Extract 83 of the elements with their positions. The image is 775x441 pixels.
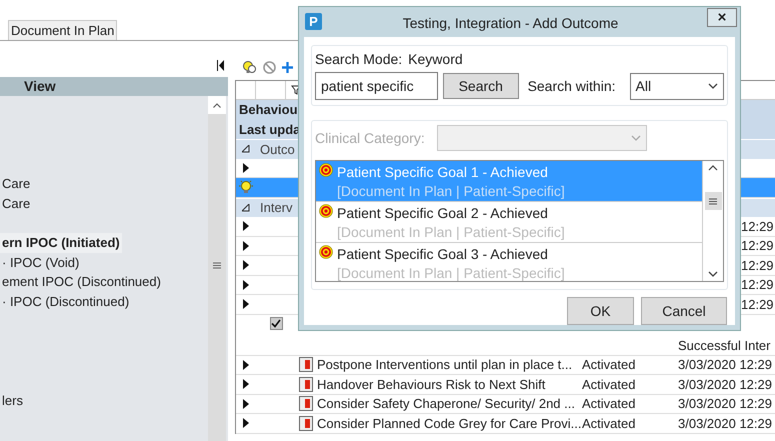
result-title: Patient Specific Goal 1 - Achieved [337, 163, 549, 182]
check-icon [271, 318, 281, 328]
date-time: 12:29 [741, 218, 774, 234]
search-button[interactable]: Search [443, 73, 519, 99]
add-icon [282, 62, 293, 72]
checkbox[interactable] [270, 316, 282, 330]
ok-button[interactable]: OK [567, 297, 634, 325]
field-label: Search Mode: [315, 50, 402, 69]
expand-arrow-icon [243, 299, 249, 310]
outcome-note: Successful Inter [678, 338, 770, 352]
expand-arrow-icon [243, 360, 249, 370]
app-icon: P [305, 13, 322, 30]
date-time: 12:29 [741, 296, 774, 312]
expand-arrow-icon [243, 162, 249, 173]
document-icon [299, 376, 313, 392]
document-in-plan-tab[interactable]: Document In Plan [8, 20, 118, 40]
cancel-button[interactable]: Cancel [641, 297, 727, 325]
scroll-up-icon [708, 165, 718, 171]
status-text: Activated [582, 357, 636, 372]
lightbulb-icon [242, 60, 257, 74]
scrollbar[interactable] [702, 161, 723, 281]
section-header[interactable]: Outco [260, 140, 295, 159]
close-button[interactable]: × [707, 8, 737, 27]
date-time: 12:29 [741, 238, 774, 253]
search-within-dropdown[interactable]: All [630, 72, 724, 100]
status-text: Activated [582, 376, 636, 392]
chevron-down-icon [708, 83, 718, 89]
expand-arrow-icon [243, 398, 249, 409]
expand-arrow-icon [243, 418, 249, 428]
plan-item[interactable]: Care [0, 174, 32, 194]
scroll-up-icon [213, 102, 221, 108]
search-field[interactable]: patient specific [315, 72, 438, 100]
expand-arrow-icon [243, 379, 249, 390]
document-icon [299, 357, 313, 372]
plan-title: Behaviou [239, 101, 298, 119]
collapse-panel-icon [217, 60, 224, 71]
lightbulb-icon [238, 179, 254, 196]
target-icon [319, 204, 333, 218]
target-icon [319, 163, 333, 177]
plan-item[interactable]: Care [0, 194, 32, 213]
view-header: View [0, 77, 228, 96]
target-icon [319, 245, 333, 259]
intervention-name: Handover Behaviours Risk to Next Shift [317, 376, 546, 392]
status-text: Activated [582, 396, 636, 411]
result-title: Patient Specific Goal 3 - Achieved [337, 245, 549, 264]
intervention-name: Postpone Interventions until plan in place t... [317, 357, 572, 372]
date-time: 3/03/2020 12:29 [678, 396, 772, 411]
intervention-name: Consider Safety Chaperone/ Security/ 2nd ... [317, 396, 575, 411]
plan-item[interactable]: ement IPOC (Discontinued) [0, 272, 163, 292]
document-icon [299, 416, 313, 431]
expand-arrow-icon [243, 260, 249, 270]
result-item[interactable]: Patient Specific Goal 2 - Achieved [Document In Plan | Patient-Specific] [316, 202, 702, 243]
section-header[interactable]: Interv [260, 198, 293, 218]
filter-icon [291, 85, 301, 95]
plan-item[interactable]: · IPOC (Void) [0, 252, 82, 272]
expand-arrow-icon [243, 280, 249, 290]
date-time: 12:29 [741, 258, 774, 272]
intervention-name: Consider Planned Code Grey for Care Provi... [317, 416, 582, 430]
field-label: Clinical Category: [315, 128, 425, 148]
result-title: Patient Specific Goal 2 - Achieved [337, 204, 549, 223]
document-icon [299, 396, 313, 412]
scrollbar[interactable] [208, 96, 226, 441]
status-text: Activated [582, 416, 636, 430]
dialog-title: Testing, Integration - Add Outcome [402, 14, 618, 33]
plan-item[interactable]: ern IPOC (Initiated) [0, 233, 122, 252]
result-detail: [Document In Plan | Patient-Specific] [337, 264, 565, 281]
date-time: 3/03/2020 12:29 [678, 416, 772, 430]
scroll-down-icon [708, 271, 718, 277]
date-time: 3/03/2020 12:29 [678, 357, 772, 372]
date-time: 12:29 [741, 277, 774, 292]
chevron-down-icon [630, 135, 641, 141]
field-label: Search within: [528, 76, 616, 96]
result-detail: [Document In Plan | Patient-Specific] [337, 223, 565, 242]
plan-item[interactable]: · IPOC (Discontinued) [0, 292, 132, 311]
result-detail: [Document In Plan | Patient-Specific] [337, 182, 565, 201]
date-time: 3/03/2020 12:29 [678, 376, 772, 392]
plan-item[interactable]: lers [0, 391, 25, 410]
expand-arrow-icon [243, 221, 249, 232]
grip-icon [709, 198, 717, 204]
search-mode-value: Keyword [408, 50, 463, 69]
expand-arrow-icon [243, 240, 249, 251]
prohibited-icon [263, 60, 276, 74]
grip-icon [213, 262, 221, 269]
